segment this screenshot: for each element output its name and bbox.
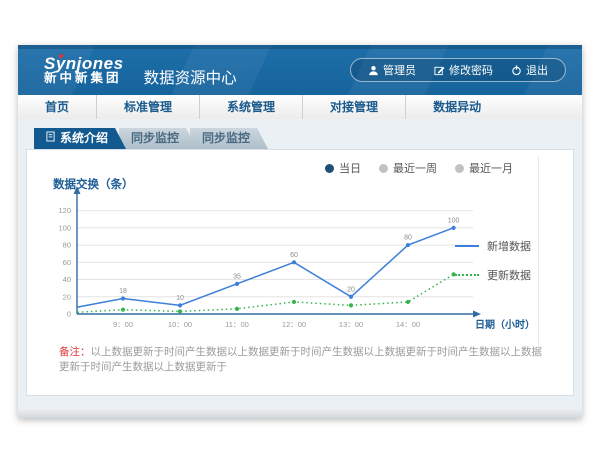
legend-label: 更新数据 [487, 267, 531, 283]
company-logo: Synjones 新中新集团 [44, 55, 124, 86]
tab-sync-monitor-1[interactable]: 同步监控 [119, 128, 197, 149]
radio-dot-icon [455, 164, 464, 173]
nav-item-interface-mgmt[interactable]: 对接管理 [303, 95, 406, 119]
svg-text:80: 80 [63, 241, 71, 250]
time-filter-group: 当日 最近一周 最近一月 [325, 160, 513, 176]
svg-text:60: 60 [290, 252, 298, 259]
footnote: 备注：以上数据更新于时间产生数据以上数据更新于时间产生数据以上数据更新于时间产生… [59, 345, 551, 375]
tab-system-intro[interactable]: 系统介绍 [34, 128, 126, 149]
svg-text:100: 100 [58, 223, 71, 232]
logo-text: Synjones [44, 55, 124, 73]
svg-text:11：00: 11：00 [225, 320, 249, 329]
tab-label: 同步监控 [202, 128, 250, 149]
nav-item-system-mgmt[interactable]: 系统管理 [200, 95, 303, 119]
svg-text:14：00: 14：00 [396, 320, 420, 329]
radio-last-week[interactable]: 最近一周 [379, 160, 437, 176]
svg-text:120: 120 [58, 206, 71, 215]
svg-text:60: 60 [63, 258, 71, 267]
svg-text:20: 20 [347, 286, 355, 293]
chart-panel: 当日 最近一周 最近一月 数据交换（条） 0204060801001209：00… [26, 149, 574, 396]
change-password-label: 修改密码 [449, 62, 493, 78]
svg-text:10：00: 10：00 [168, 320, 192, 329]
logo-subtext: 新中新集团 [44, 72, 124, 85]
svg-text:35: 35 [233, 273, 241, 280]
legend-item-update-data[interactable]: 更新数据 [455, 267, 531, 283]
document-icon [46, 128, 55, 149]
svg-text:0: 0 [67, 310, 71, 319]
window-footer [18, 408, 582, 418]
current-user-label: 管理员 [383, 62, 416, 78]
radio-dot-icon [325, 164, 334, 173]
content-area: 系统介绍 同步监控 同步监控 当日 最近一周 [18, 119, 582, 418]
legend-item-new-data[interactable]: 新增数据 [455, 238, 531, 254]
tab-label: 同步监控 [131, 128, 179, 149]
app-window: Synjones 新中新集团 数据资源中心 管理员 修改密码 退出 [18, 45, 582, 418]
footnote-text: 以上数据更新于时间产生数据以上数据更新于时间产生数据以上数据更新于时间产生数据以… [59, 346, 542, 373]
current-user-button[interactable]: 管理员 [359, 62, 425, 78]
footnote-label: 备注： [59, 346, 91, 358]
svg-text:日期（小时）: 日期（小时） [475, 318, 535, 331]
nav-item-standard-mgmt[interactable]: 标准管理 [97, 95, 200, 119]
radio-label: 当日 [339, 160, 361, 176]
svg-text:12：00: 12：00 [282, 320, 306, 329]
svg-text:80: 80 [404, 235, 412, 242]
radio-label: 最近一周 [393, 160, 437, 176]
radio-dot-icon [379, 164, 388, 173]
dotted-line-swatch-icon [455, 274, 479, 276]
app-header: Synjones 新中新集团 数据资源中心 管理员 修改密码 退出 [18, 45, 582, 95]
svg-text:100: 100 [448, 217, 460, 224]
tab-bar: 系统介绍 同步监控 同步监控 [34, 128, 582, 149]
page-title: 数据资源中心 [144, 66, 237, 88]
svg-text:10: 10 [176, 295, 184, 302]
svg-text:13：00: 13：00 [339, 320, 363, 329]
tab-sync-monitor-2[interactable]: 同步监控 [190, 128, 268, 149]
logo-red-dot-icon [59, 54, 63, 58]
tab-label: 系统介绍 [60, 128, 108, 149]
change-password-button[interactable]: 修改密码 [425, 62, 502, 78]
panel-divider [538, 156, 539, 346]
user-icon [368, 65, 379, 76]
nav-item-data-change[interactable]: 数据异动 [406, 95, 508, 119]
svg-text:18: 18 [119, 288, 127, 295]
svg-text:40: 40 [63, 275, 71, 284]
svg-text:20: 20 [63, 292, 71, 301]
radio-today[interactable]: 当日 [325, 160, 361, 176]
power-icon [511, 65, 522, 76]
solid-line-swatch-icon [455, 245, 479, 247]
legend-label: 新增数据 [487, 238, 531, 254]
nav-item-home[interactable]: 首页 [18, 95, 97, 119]
user-menu: 管理员 修改密码 退出 [350, 58, 566, 82]
chart-legend: 新增数据 更新数据 [455, 238, 531, 296]
radio-label: 最近一月 [469, 160, 513, 176]
radio-last-month[interactable]: 最近一月 [455, 160, 513, 176]
logout-button[interactable]: 退出 [502, 62, 557, 78]
edit-icon [434, 65, 445, 76]
logout-label: 退出 [526, 62, 548, 78]
main-nav: 首页 标准管理 系统管理 对接管理 数据异动 [18, 95, 582, 120]
svg-text:9：00: 9：00 [113, 320, 133, 329]
